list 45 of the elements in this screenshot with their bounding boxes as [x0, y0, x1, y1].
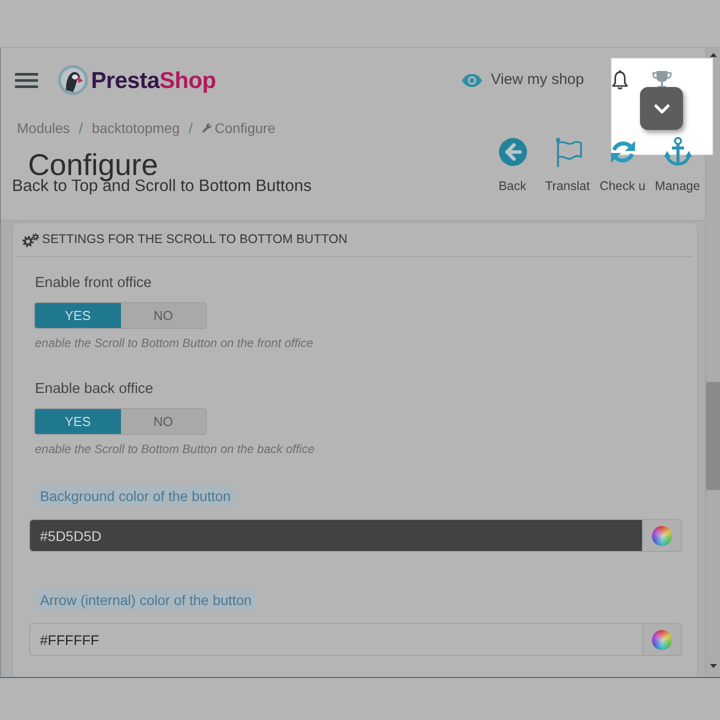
field-label: Enable back office	[35, 380, 154, 399]
arrow-left-circle-icon	[498, 138, 526, 166]
breadcrumb-link[interactable]: Modules	[17, 118, 70, 138]
toggle-switch[interactable]: YES NO	[34, 408, 207, 435]
field-label: Background color of the button	[35, 486, 236, 506]
page-title: Configure	[28, 149, 158, 182]
toolbar-button[interactable]: Check u	[595, 138, 650, 195]
switch-option[interactable]: YES	[35, 409, 120, 434]
brand-name: PrestaShop	[91, 66, 216, 94]
breadcrumb-link[interactable]: backtotopmeg	[92, 118, 180, 138]
color-picker-button[interactable]	[643, 623, 682, 656]
chevron-down-icon	[654, 104, 670, 114]
scroll-to-bottom-button[interactable]	[640, 87, 683, 130]
wrench-icon	[202, 123, 212, 133]
anchor-icon	[662, 137, 692, 167]
color-wheel-icon	[652, 630, 672, 650]
panel-heading: SETTINGS FOR THE SCROLL TO BOTTOM BUTTON	[42, 231, 348, 248]
eye-icon	[462, 74, 482, 86]
scroll-down-icon[interactable]	[710, 664, 716, 668]
scrollbar-thumb[interactable]	[706, 382, 720, 490]
field-label: Arrow (internal) color of the button	[35, 590, 257, 610]
color-wheel-icon	[652, 526, 672, 546]
field-label: Enable front office	[35, 274, 152, 293]
switch-option[interactable]: YES	[35, 303, 120, 328]
toolbar-button[interactable]: Back	[485, 138, 540, 195]
flag-icon	[554, 137, 582, 167]
toggle-switch[interactable]: YES NO	[34, 302, 207, 329]
scroll-up-icon[interactable]	[710, 53, 716, 57]
breadcrumb-separator: /	[78, 119, 83, 138]
view-shop-link[interactable]: View my shop	[462, 70, 584, 90]
toolbar-button[interactable]: Manage	[650, 138, 705, 195]
bell-icon[interactable]	[612, 70, 628, 90]
color-value-field[interactable]: #5D5D5D	[29, 519, 643, 552]
color-picker-button[interactable]	[643, 519, 682, 552]
menu-icon[interactable]	[15, 72, 38, 88]
breadcrumb-current: Configure	[214, 119, 276, 138]
color-value-field[interactable]: #FFFFFF	[29, 623, 643, 656]
help-text: enable the Scroll to Bottom Button on the back office	[35, 441, 315, 457]
scrollbar[interactable]	[705, 48, 720, 677]
cogs-icon	[22, 232, 39, 246]
toolbar-button[interactable]: Translat	[540, 138, 595, 195]
help-text: enable the Scroll to Bottom Button on the front office	[35, 335, 314, 351]
breadcrumb-separator: /	[188, 119, 193, 138]
trophy-icon[interactable]	[652, 71, 672, 89]
logo-icon	[58, 65, 88, 95]
